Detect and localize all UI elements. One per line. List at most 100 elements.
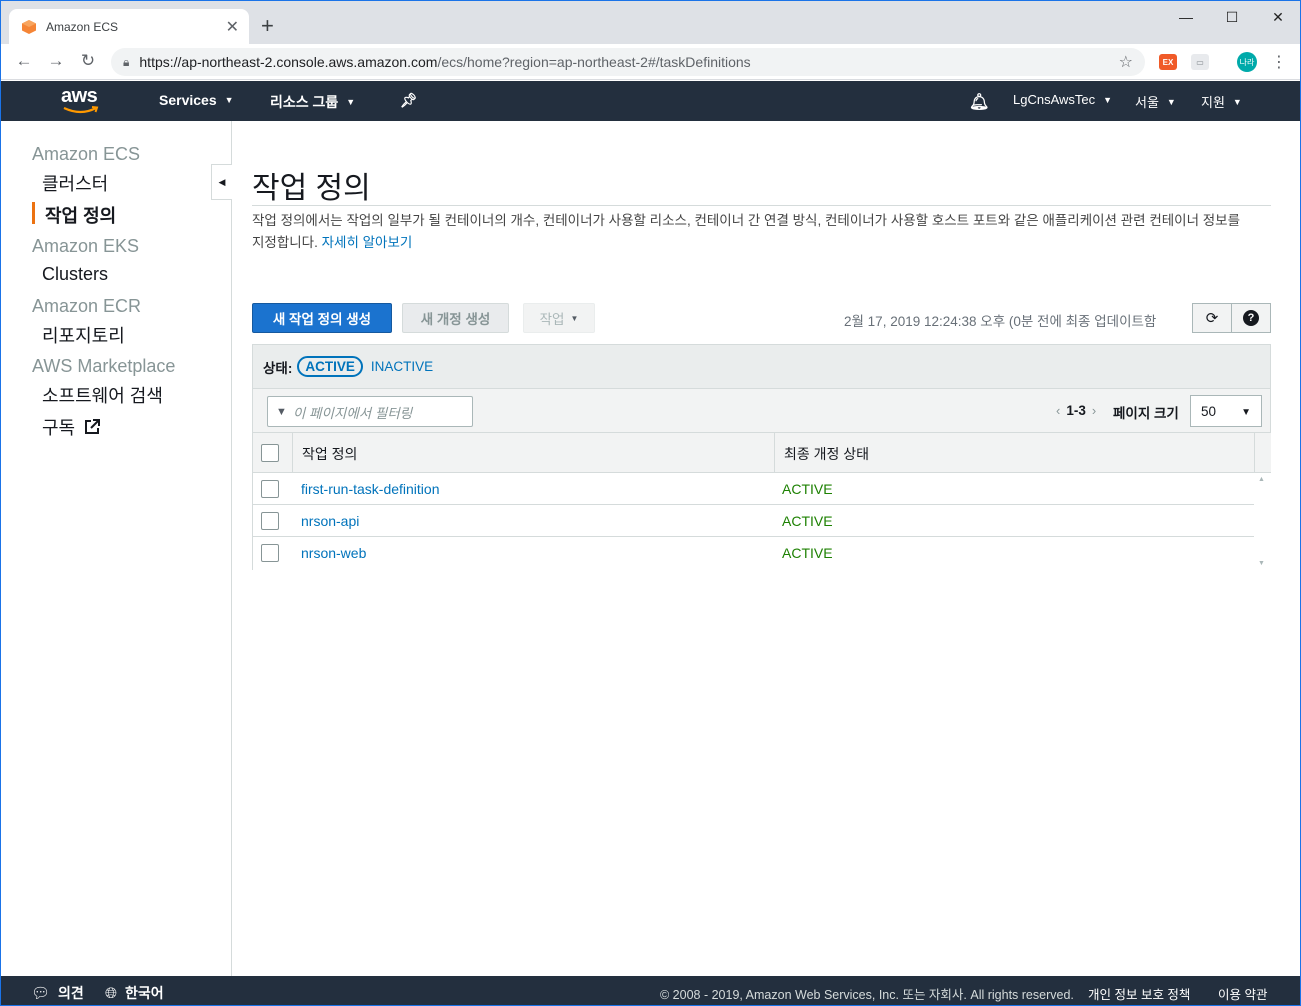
status-value: ACTIVE	[782, 481, 833, 497]
chevron-down-icon: ▼	[1166, 96, 1176, 107]
table-header-filler	[1254, 432, 1271, 473]
pin-icon[interactable]: 📌︎	[400, 92, 418, 109]
table-row: first-run-task-definition ACTIVE	[253, 473, 1254, 505]
status-filter-bar: 상태: ACTIVE INACTIVE	[253, 345, 1270, 388]
copyright-text: © 2008 - 2019, Amazon Web Services, Inc.…	[660, 988, 1074, 1002]
resource-groups-menu[interactable]: 리소스 그룹 ▼	[270, 92, 355, 112]
aws-ecs-favicon-icon	[22, 19, 36, 34]
scroll-down-icon[interactable]: ▼	[1258, 560, 1265, 567]
address-bar[interactable]: 🔒︎ https://ap-northeast-2.console.aws.am…	[111, 48, 1145, 76]
tab-title: Amazon ECS	[46, 19, 119, 34]
last-updated-text: 2월 17, 2019 12:24:38 오후 (0분 전에 최종 업데이트함	[844, 314, 1157, 329]
column-header-task-definition[interactable]: 작업 정의	[302, 444, 357, 464]
row-checkbox[interactable]	[261, 512, 279, 530]
globe-icon: 🌐︎	[105, 984, 118, 1002]
main-content: 작업 정의 작업 정의에서는 작업의 일부가 될 컨테이너의 개수, 컨테이너가…	[232, 121, 1287, 976]
sidebar-group-ecr: Amazon ECR	[32, 296, 142, 316]
scroll-up-icon[interactable]: ▲	[1258, 476, 1265, 483]
select-all-checkbox[interactable]	[261, 444, 279, 462]
create-new-revision-button[interactable]: 새 개정 생성	[402, 303, 509, 333]
status-inactive-toggle[interactable]: INACTIVE	[371, 359, 433, 374]
column-header-status[interactable]: 최종 개정 상태	[784, 444, 869, 464]
maximize-icon[interactable]: ☐	[1209, 5, 1255, 29]
support-menu[interactable]: 지원 ▼	[1201, 92, 1242, 111]
sidebar-item-task-definitions[interactable]: 작업 정의	[45, 202, 116, 228]
create-task-definition-button[interactable]: 새 작업 정의 생성	[252, 303, 392, 333]
browser-window: Amazon ECS ✕ + — ☐ ✕ ← → ↻ 🔒︎ https://ap…	[0, 0, 1301, 1006]
table-header: 작업 정의 최종 개정 상태	[253, 432, 1254, 473]
browser-tab[interactable]: Amazon ECS ✕	[9, 9, 249, 44]
pagination: ‹ 1-3 ›	[1050, 403, 1102, 418]
sidebar-item-software-search[interactable]: 소프트웨어 검색	[42, 382, 163, 408]
sidebar-group-ecs: Amazon ECS	[32, 144, 141, 164]
aws-logo[interactable]: aws	[61, 85, 105, 115]
page-size-label: 페이지 크기	[1113, 406, 1179, 421]
table-row: nrson-api ACTIVE	[253, 505, 1254, 537]
aws-global-nav: aws Services ▼ 리소스 그룹 ▼ 📌︎ 🔔︎ LgCnsAwsTec ▼…	[1, 81, 1300, 121]
status-value: ACTIVE	[782, 513, 833, 529]
row-checkbox[interactable]	[261, 544, 279, 562]
status-value: ACTIVE	[782, 545, 833, 561]
task-definitions-table-panel: 상태: ACTIVE INACTIVE ▼ 이 페이지에서 필터링 ‹ 1-3 …	[252, 344, 1271, 570]
column-divider	[292, 433, 293, 473]
page-title: 작업 정의	[252, 172, 371, 205]
bell-icon[interactable]: 🔔︎	[969, 92, 989, 112]
prev-page-icon[interactable]: ‹	[1056, 403, 1060, 418]
question-circle-icon: ?	[1243, 310, 1259, 326]
minimize-icon[interactable]: —	[1163, 5, 1209, 29]
collapse-sidebar-button[interactable]: ◀	[211, 164, 232, 200]
chevron-down-icon: ▼	[224, 95, 234, 105]
account-menu[interactable]: LgCnsAwsTec ▼	[1013, 92, 1112, 107]
task-definition-link[interactable]: nrson-web	[301, 545, 366, 561]
sidebar-item-clusters[interactable]: 클러스터	[42, 170, 108, 196]
language-selector[interactable]: 🌐︎ 한국어	[105, 983, 164, 1003]
profile-avatar[interactable]: 나라	[1237, 52, 1257, 72]
close-window-icon[interactable]: ✕	[1255, 5, 1300, 29]
external-link-icon	[85, 419, 101, 434]
region-menu[interactable]: 서울 ▼	[1135, 92, 1176, 111]
chevron-down-icon: ▼	[1103, 94, 1113, 105]
sidebar-item-eks-clusters[interactable]: Clusters	[42, 264, 108, 285]
page-size-select[interactable]: 50 ▼	[1190, 395, 1262, 427]
sidebar-group-eks: Amazon EKS	[32, 236, 140, 256]
console-footer: 💬︎ 의견 🌐︎ 한국어 © 2008 - 2019, Amazon Web S…	[1, 976, 1300, 1005]
sidebar-group-marketplace: AWS Marketplace	[32, 356, 176, 376]
reload-icon[interactable]: ↻	[77, 51, 99, 71]
url-text[interactable]: https://ap-northeast-2.console.aws.amazo…	[139, 54, 1118, 70]
chevron-down-icon: ▼	[346, 97, 356, 107]
bookmark-star-icon[interactable]: ☆	[1119, 52, 1133, 72]
task-definition-link[interactable]: first-run-task-definition	[301, 481, 440, 497]
table-scrollbar[interactable]: ▲ ▼	[1254, 473, 1271, 570]
sidebar-item-subscriptions[interactable]: 구독	[42, 414, 101, 440]
learn-more-link[interactable]: 자세히 알아보기	[322, 235, 413, 250]
extension-ex-icon[interactable]: EX	[1159, 54, 1177, 70]
lock-icon: 🔒︎	[123, 54, 130, 69]
refresh-button[interactable]: ⟳	[1192, 303, 1232, 333]
extension-cast-icon[interactable]: ▭	[1191, 54, 1209, 70]
sidebar-item-repositories[interactable]: 리포지토리	[42, 322, 125, 348]
filter-icon: ▼	[276, 405, 287, 418]
page-description: 작업 정의에서는 작업의 일부가 될 컨테이너의 개수, 컨테이너가 사용할 리…	[252, 213, 1241, 250]
caret-left-icon: ◀	[218, 176, 226, 187]
privacy-policy-link[interactable]: 개인 정보 보호 정책	[1088, 984, 1190, 1003]
next-page-icon[interactable]: ›	[1092, 403, 1096, 418]
help-button[interactable]: ?	[1231, 303, 1271, 333]
window-controls: — ☐ ✕	[1163, 5, 1300, 29]
sidebar: Amazon ECS 클러스터 작업 정의 Amazon EKS Cluster…	[1, 121, 232, 976]
table-row: nrson-web ACTIVE	[253, 537, 1254, 570]
services-menu[interactable]: Services ▼	[159, 92, 234, 108]
tab-close-icon[interactable]: ✕	[226, 17, 239, 37]
row-checkbox[interactable]	[261, 480, 279, 498]
task-definition-link[interactable]: nrson-api	[301, 513, 359, 529]
feedback-link[interactable]: 💬︎ 의견	[31, 983, 84, 1003]
status-active-toggle[interactable]: ACTIVE	[297, 356, 363, 377]
refresh-icon: ⟳	[1205, 310, 1219, 327]
forward-icon[interactable]: →	[45, 51, 67, 71]
actions-dropdown[interactable]: 작업 ▼	[523, 303, 595, 333]
back-icon[interactable]: ←	[13, 51, 35, 71]
filter-input[interactable]: ▼ 이 페이지에서 필터링	[267, 396, 473, 427]
terms-of-use-link[interactable]: 이용 약관	[1218, 984, 1267, 1003]
caret-down-icon: ▼	[570, 313, 579, 323]
browser-menu-icon[interactable]: ⋮	[1271, 52, 1287, 72]
new-tab-button[interactable]: +	[261, 13, 274, 39]
